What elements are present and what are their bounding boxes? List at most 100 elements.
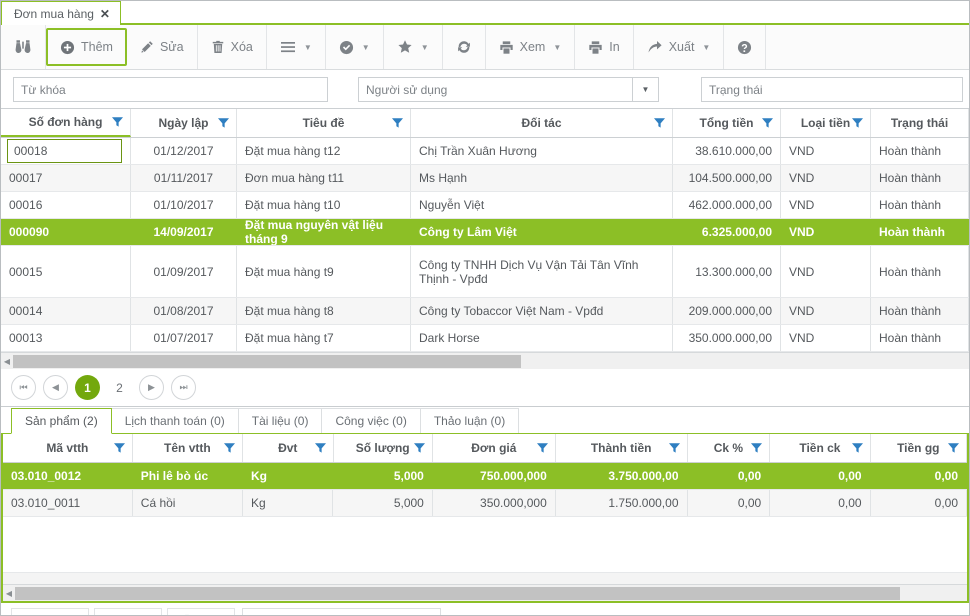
table-cell: 5,000 <box>333 490 433 516</box>
table-cell: 104.500.000,00 <box>673 165 781 191</box>
filter-icon[interactable] <box>113 442 126 455</box>
tab-tasks[interactable]: Công việc (0) <box>321 408 421 433</box>
filter-icon[interactable] <box>851 117 864 130</box>
filter-icon[interactable] <box>668 442 681 455</box>
approve-menu-button[interactable]: ▼ <box>326 25 384 69</box>
add-button[interactable]: Thêm <box>46 28 127 66</box>
col-item-code[interactable]: Mã vtth <box>3 434 133 462</box>
table-cell: 000090 <box>1 219 131 245</box>
filter-icon[interactable] <box>111 116 124 129</box>
table-cell: Đặt mua hàng t7 <box>237 325 411 351</box>
tab-discussions[interactable]: Thảo luận (0) <box>419 408 520 433</box>
favorite-menu-button[interactable]: ▼ <box>384 25 443 69</box>
refresh-icon <box>456 39 472 55</box>
filter-icon[interactable] <box>851 442 864 455</box>
status-input[interactable] <box>701 77 963 102</box>
tab-products[interactable]: Sản phẩm (2) <box>11 408 112 434</box>
cell-text: 00018 <box>14 144 48 158</box>
table-row[interactable]: 00015 01/09/2017 Đặt mua hàng t9 Công ty TN… <box>1 246 969 298</box>
table-cell: Đơn mua hàng t11 <box>237 165 411 191</box>
col-unit[interactable]: Đvt <box>243 434 334 462</box>
col-unit-price[interactable]: Đơn giá <box>433 434 556 462</box>
detail-edit-button[interactable]: Sửa <box>93 608 163 615</box>
preview-button[interactable]: Xem ▼ <box>486 25 576 69</box>
list-menu-button[interactable]: ▼ <box>267 25 326 69</box>
edit-button[interactable]: Sửa <box>127 25 198 69</box>
table-row[interactable]: 03.010_0012 Phi lê bò úc Kg 5,000 750.000,00… <box>3 463 967 490</box>
scrollbar-thumb[interactable] <box>13 354 521 368</box>
toolbar-button-label: In <box>609 40 620 54</box>
table-cell: 03.010_0011 <box>3 490 133 516</box>
filter-icon[interactable] <box>750 442 763 455</box>
filter-icon[interactable] <box>761 117 774 130</box>
tab-payment-schedule[interactable]: Lịch thanh toán (0) <box>110 408 239 433</box>
cell-text: VND <box>789 171 815 185</box>
export-button[interactable]: Xuất ▼ <box>634 25 725 69</box>
tab-documents[interactable]: Tài liệu (0) <box>237 408 323 433</box>
filter-icon[interactable] <box>391 117 404 130</box>
filter-icon[interactable] <box>947 442 960 455</box>
col-currency[interactable]: Loại tiền <box>781 109 871 137</box>
user-dropdown-button[interactable]: ▼ <box>633 77 659 102</box>
filter-icon[interactable] <box>223 442 236 455</box>
column-header-label: Ngày lập <box>158 116 209 130</box>
keyword-input[interactable] <box>13 77 328 102</box>
col-date[interactable]: Ngày lập <box>131 109 237 137</box>
table-row[interactable]: 00014 01/08/2017 Đặt mua hàng t8 Công ty To… <box>1 298 969 325</box>
cell-text: 01/07/2017 <box>153 331 214 345</box>
col-quantity[interactable]: Số lượng <box>334 434 433 462</box>
table-cell: Kg <box>243 463 334 489</box>
delete-button[interactable]: Xóa <box>198 25 267 69</box>
col-amount[interactable]: Thành tiền <box>556 434 688 462</box>
table-row[interactable]: 000090 14/09/2017 Đặt mua nguyên vật liệu … <box>1 219 969 246</box>
scroll-left-icon[interactable]: ◀ <box>1 354 13 369</box>
col-partner[interactable]: Đối tác <box>411 109 673 137</box>
search-toolbar-button[interactable] <box>1 25 46 69</box>
col-discount-amount[interactable]: Tiền ck <box>770 434 871 462</box>
table-row[interactable]: 00013 01/07/2017 Đặt mua hàng t7 Dark Horse… <box>1 325 969 352</box>
scrollbar-thumb[interactable] <box>15 586 900 600</box>
table-row[interactable]: 00017 01/11/2017 Đơn mua hàng t11 Ms Hạnh 10… <box>1 165 969 192</box>
filter-icon[interactable] <box>217 117 230 130</box>
table-cell: 0,00 <box>770 463 871 489</box>
cell-text: Đặt mua hàng t7 <box>245 331 334 345</box>
document-tab-label: Đơn mua hàng <box>14 6 94 21</box>
list-menu-icon <box>280 39 296 55</box>
col-item-name[interactable]: Tên vtth <box>133 434 243 462</box>
col-total[interactable]: Tổng tiền <box>673 109 781 137</box>
pager-first-button[interactable]: ⏮ <box>11 375 36 400</box>
document-tab-purchase-order[interactable]: Đơn mua hàng ✕ <box>1 1 121 25</box>
filter-icon[interactable] <box>314 442 327 455</box>
filter-icon[interactable] <box>536 442 549 455</box>
table-row[interactable]: 03.010_0011 Cá hồi Kg 5,000 350.000,000 1.750… <box>3 490 967 517</box>
scroll-left-icon[interactable]: ◀ <box>3 586 15 601</box>
pager-prev-button[interactable]: ◀ <box>43 375 68 400</box>
pager-next-button[interactable]: ▶ <box>139 375 164 400</box>
filter-icon[interactable] <box>413 442 426 455</box>
col-order-number[interactable]: Số đơn hàng <box>1 109 131 137</box>
product-detail-grid: Mã vtth Tên vtth Đvt Số lượng Đơn giá Thành t… <box>3 434 967 517</box>
help-button[interactable] <box>724 25 767 69</box>
col-discount-percent[interactable]: Ck % <box>688 434 771 462</box>
detail-quick-input[interactable] <box>241 608 441 615</box>
col-title[interactable]: Tiêu đề <box>237 109 411 137</box>
table-row[interactable]: 00018 01/12/2017 Đặt mua hàng t12 Chị Trần … <box>1 138 969 165</box>
detail-grid-hscrollbar[interactable]: ◀ <box>3 584 967 601</box>
col-status[interactable]: Trạng thái <box>871 109 969 137</box>
table-row[interactable]: 00016 01/10/2017 Đặt mua hàng t10 Nguyễn Vi… <box>1 192 969 219</box>
detail-tab-label: Tài liệu (0) <box>251 414 309 428</box>
pager-page-1[interactable]: 1 <box>75 375 100 400</box>
cell-text: 01/09/2017 <box>153 264 214 279</box>
pager-last-button[interactable]: ⏭ <box>171 375 196 400</box>
refresh-button[interactable] <box>443 25 486 69</box>
filter-icon[interactable] <box>653 117 666 130</box>
print-button[interactable]: In <box>575 25 634 69</box>
detail-delete-button[interactable]: Xóa <box>167 608 235 615</box>
col-reduction-amount[interactable]: Tiền gg <box>871 434 967 462</box>
detail-add-button[interactable]: Thêm <box>11 608 89 615</box>
close-icon[interactable]: ✕ <box>100 8 110 20</box>
pager-page-2[interactable]: 2 <box>107 375 132 400</box>
table-cell: 14/09/2017 <box>131 219 237 245</box>
main-grid-hscrollbar[interactable]: ◀ <box>1 352 969 369</box>
user-select-input[interactable] <box>358 77 633 102</box>
